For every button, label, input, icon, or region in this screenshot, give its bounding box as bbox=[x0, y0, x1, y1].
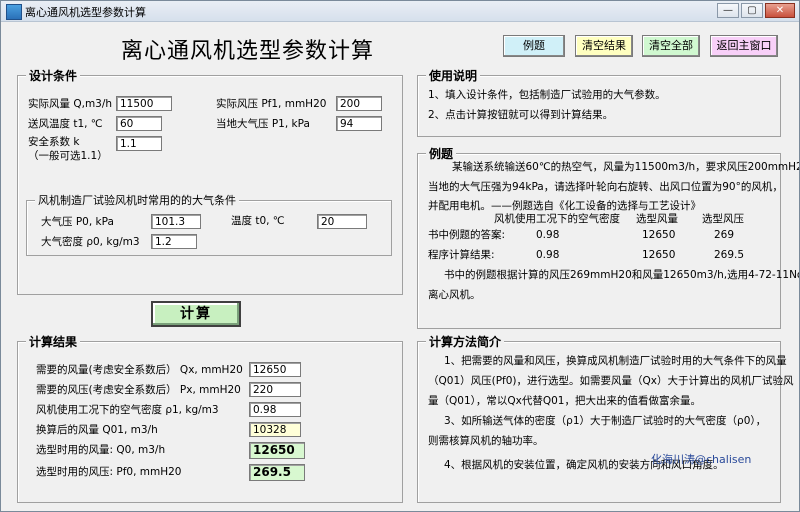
method-line-1: 1、把需要的风量和风压，换算成风机制造厂试验时用的大气条件下的风量 bbox=[444, 355, 787, 367]
example-book-answer-label: 书中例题的答案: bbox=[428, 229, 506, 241]
p0-label: 大气压 P0, kPa bbox=[41, 216, 114, 228]
example-button[interactable]: 例题 bbox=[503, 35, 565, 57]
example-book-density: 0.98 bbox=[536, 229, 560, 241]
watermark: 化海川涛@chalisen bbox=[651, 453, 752, 466]
atm-input[interactable]: 94 bbox=[336, 116, 382, 131]
qx-label: 需要的风量(考虑安全系数后） Qx, mmH20 bbox=[36, 364, 243, 376]
safety-note: （一般可选1.1） bbox=[28, 150, 108, 162]
results-group: 计算结果 需要的风量(考虑安全系数后） Qx, mmH20 12650 需要的风… bbox=[17, 333, 403, 503]
page-title: 离心通风机选型参数计算 bbox=[121, 39, 375, 64]
factory-conditions-legend: 风机制造厂试验风机时常用的的大气条件 bbox=[35, 192, 239, 208]
example-program-label: 程序计算结果: bbox=[428, 249, 495, 261]
usage-line-2: 2、点击计算按钮就可以得到计算结果。 bbox=[428, 109, 614, 121]
q01-label: 换算后的风量 Q01, m3/h bbox=[36, 424, 158, 436]
design-conditions-legend: 设计条件 bbox=[26, 67, 81, 84]
method-line-5: 则需核算风机的轴功率。 bbox=[428, 435, 544, 447]
t0-input[interactable]: 20 bbox=[317, 214, 367, 229]
example-col-density: 风机使用工况下的空气密度 bbox=[494, 213, 620, 225]
rho0-label: 大气密度 ρ0, kg/m3 bbox=[41, 236, 140, 248]
temp-label: 送风温度 t1, ℃ bbox=[28, 118, 103, 130]
window-controls: — ▢ ✕ bbox=[717, 3, 795, 18]
method-legend: 计算方法简介 bbox=[426, 333, 505, 350]
example-book-flow: 12650 bbox=[642, 229, 676, 241]
clear-results-button[interactable]: 清空结果 bbox=[575, 35, 633, 57]
example-line-2: 当地的大气压强为94kPa，请选择叶轮向右旋转、出风口位置为90°的风机， bbox=[428, 181, 783, 193]
app-icon bbox=[6, 4, 22, 20]
example-col-pressure: 选型风压 bbox=[702, 213, 744, 225]
results-legend: 计算结果 bbox=[26, 333, 81, 350]
example-program-flow: 12650 bbox=[642, 249, 676, 261]
pf0-output[interactable]: 269.5 bbox=[249, 464, 305, 481]
safety-label: 安全系数 k bbox=[28, 136, 80, 148]
qx-output[interactable]: 12650 bbox=[249, 362, 301, 377]
return-main-button[interactable]: 返回主窗口 bbox=[710, 35, 778, 57]
q0-label: 选型时用的风量: Q0, m3/h bbox=[36, 444, 166, 456]
maximize-button[interactable]: ▢ bbox=[741, 3, 763, 18]
p0-input[interactable]: 101.3 bbox=[151, 214, 201, 229]
rho1-label: 风机使用工况下的空气密度 ρ1, kg/m3 bbox=[36, 404, 219, 416]
clear-all-button[interactable]: 清空全部 bbox=[642, 35, 700, 57]
example-book-pressure: 269 bbox=[714, 229, 735, 241]
example-line-1: 某输送系统输送60℃的热空气，风量为11500m3/h，要求风压200mmH20… bbox=[452, 161, 800, 173]
flow-input[interactable]: 11500 bbox=[116, 96, 172, 111]
px-label: 需要的风压(考虑安全系数后） Px, mmH20 bbox=[36, 384, 241, 396]
rho0-input[interactable]: 1.2 bbox=[151, 234, 197, 249]
factory-conditions-group: 风机制造厂试验风机时常用的的大气条件 大气压 P0, kPa 101.3 温度 … bbox=[26, 192, 392, 256]
method-line-4: 3、如所输送气体的密度（ρ1）大于制造厂试验时的大气密度（ρ0）， bbox=[444, 415, 767, 427]
temp-input[interactable]: 60 bbox=[116, 116, 162, 131]
example-line-4: 书中的例题根据计算的风压269mmH20和风量12650m3/h,选用4-72-… bbox=[444, 269, 800, 281]
usage-group: 使用说明 1、填入设计条件，包括制造厂试验用的大气参数。 2、点击计算按钮就可以… bbox=[417, 67, 781, 137]
method-group: 计算方法简介 1、把需要的风量和风压，换算成风机制造厂试验时用的大气条件下的风量… bbox=[417, 333, 794, 503]
example-program-pressure: 269.5 bbox=[714, 249, 745, 261]
flow-label: 实际风量 Q,m3/h bbox=[28, 98, 113, 110]
atm-label: 当地大气压 P1, kPa bbox=[216, 118, 310, 130]
minimize-button[interactable]: — bbox=[717, 3, 739, 18]
example-program-density: 0.98 bbox=[536, 249, 560, 261]
rho1-output[interactable]: 0.98 bbox=[249, 402, 301, 417]
q0-output[interactable]: 12650 bbox=[249, 442, 305, 459]
method-line-3: 量（Q01），常以Qx代替Q01，把大出来的值看做富余量。 bbox=[428, 395, 701, 407]
safety-input[interactable]: 1.1 bbox=[116, 136, 162, 151]
design-conditions-group: 设计条件 实际风量 Q,m3/h 11500 实际风压 Pf1, mmH20 2… bbox=[17, 67, 403, 295]
px-output[interactable]: 220 bbox=[249, 382, 301, 397]
example-group: 例题 某输送系统输送60℃的热空气，风量为11500m3/h，要求风压200mm… bbox=[417, 145, 799, 329]
q01-output[interactable]: 10328 bbox=[249, 422, 301, 437]
calculate-button[interactable]: 计算 bbox=[151, 301, 241, 327]
example-line-5: 离心风机。 bbox=[428, 289, 481, 301]
title-bar[interactable]: 离心通风机选型参数计算 — ▢ ✕ bbox=[1, 1, 799, 22]
example-col-flow: 选型风量 bbox=[636, 213, 678, 225]
window-title: 离心通风机选型参数计算 bbox=[25, 6, 146, 19]
close-button[interactable]: ✕ bbox=[765, 3, 795, 18]
usage-line-1: 1、填入设计条件，包括制造厂试验用的大气参数。 bbox=[428, 89, 666, 101]
t0-label: 温度 t0, ℃ bbox=[231, 215, 285, 227]
pressure-input[interactable]: 200 bbox=[336, 96, 382, 111]
app-window: 离心通风机选型参数计算 — ▢ ✕ 离心通风机选型参数计算 例题 清空结果 清空… bbox=[0, 0, 800, 512]
pf0-label: 选型时用的风压: Pf0, mmH20 bbox=[36, 466, 182, 478]
method-line-2: （Q01）风压(Pf0)，进行选型。如需要风量（Qx）大于计算出的风机厂试验风 bbox=[428, 375, 794, 387]
pressure-label: 实际风压 Pf1, mmH20 bbox=[216, 98, 327, 110]
usage-legend: 使用说明 bbox=[426, 67, 481, 84]
example-line-3: 并配用电机。——例题选自《化工设备的选择与工艺设计》 bbox=[428, 200, 701, 212]
